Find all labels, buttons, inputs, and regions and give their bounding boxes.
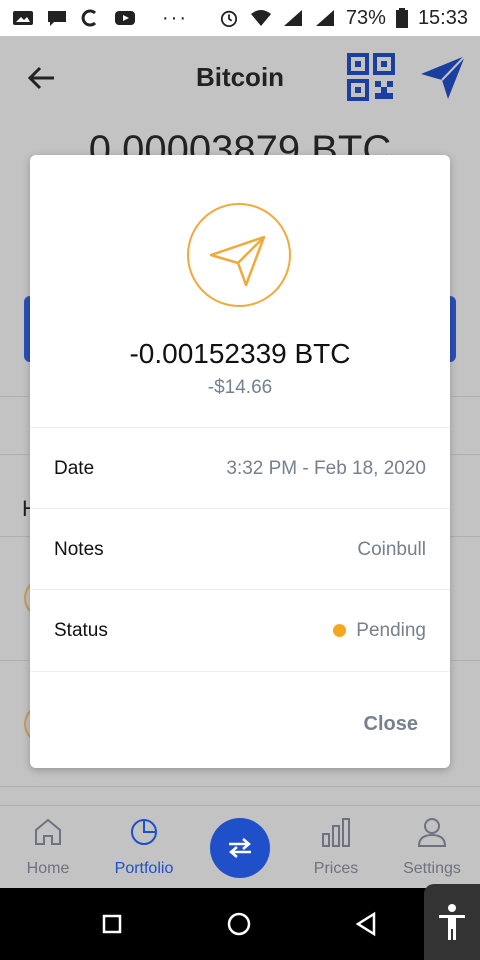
bar-chart-icon — [322, 818, 350, 847]
date-row: Date 3:32 PM - Feb 18, 2020 — [30, 427, 450, 509]
divider — [30, 671, 450, 672]
accessibility-button[interactable] — [424, 884, 480, 960]
notes-row: Notes Coinbull — [30, 508, 450, 590]
youtube-icon — [115, 11, 135, 25]
nav-home-label: Home — [26, 860, 70, 877]
send-icon[interactable] — [418, 52, 468, 102]
nav-prices[interactable]: Prices — [288, 806, 384, 889]
nav-portfolio-label: Portfolio — [114, 860, 174, 877]
qr-code-icon[interactable] — [346, 52, 396, 102]
date-label: Date — [54, 457, 95, 479]
trade-button[interactable] — [210, 818, 270, 878]
date-value: 3:32 PM - Feb 18, 2020 — [226, 457, 426, 479]
close-button[interactable]: Close — [340, 713, 440, 743]
nav-settings[interactable]: Settings — [384, 806, 480, 889]
transaction-amount: -0.00152339 BTC — [129, 338, 351, 369]
signal-icon — [315, 10, 334, 26]
user-icon — [417, 818, 447, 847]
notification-icons: ··· — [12, 7, 188, 30]
swap-arrows-icon — [229, 838, 251, 858]
alarm-icon — [220, 10, 238, 27]
status-value: Pending — [356, 619, 426, 641]
home-icon — [35, 818, 61, 845]
clock: 15:33 — [417, 6, 468, 29]
transaction-dialog: -0.00152339 BTC -$14.66 Date 3:32 PM - F… — [30, 155, 450, 768]
send-icon — [209, 235, 266, 287]
wifi-icon — [250, 10, 271, 26]
status-bar: ··· 73% 15:33 — [0, 0, 480, 36]
send-icon-circle — [187, 203, 291, 307]
divider — [0, 786, 480, 787]
accessibility-icon — [439, 904, 465, 940]
nav-prices-label: Prices — [313, 860, 359, 877]
pie-chart-icon — [131, 819, 157, 845]
status-row: Status Pending — [30, 589, 450, 671]
photo-icon — [13, 11, 33, 25]
nav-portfolio[interactable]: Portfolio — [96, 806, 192, 889]
transaction-fiat-amount: -$14.66 — [207, 377, 273, 398]
page-title: Bitcoin — [195, 62, 285, 92]
message-icon — [48, 11, 66, 26]
nav-home[interactable]: Home — [0, 806, 96, 889]
back-triangle-icon[interactable] — [350, 908, 382, 940]
battery-percent: 73% — [345, 6, 386, 29]
status-label: Status — [54, 619, 108, 641]
notes-value: Coinbull — [357, 538, 426, 560]
status-value-wrap: Pending — [333, 620, 426, 642]
signal-icon — [283, 10, 302, 26]
battery-icon — [395, 8, 408, 28]
pending-dot-icon — [333, 624, 347, 637]
nav-settings-label: Settings — [403, 860, 461, 877]
recents-icon[interactable] — [96, 908, 128, 940]
system-nav-bar — [0, 888, 480, 960]
notes-label: Notes — [54, 538, 104, 560]
more-dots-icon: ··· — [162, 6, 188, 29]
app-bar: Bitcoin — [0, 36, 480, 120]
c-icon — [81, 9, 97, 27]
bottom-nav: Home Portfolio Prices Settings — [0, 805, 480, 888]
home-circle-icon[interactable] — [223, 908, 255, 940]
